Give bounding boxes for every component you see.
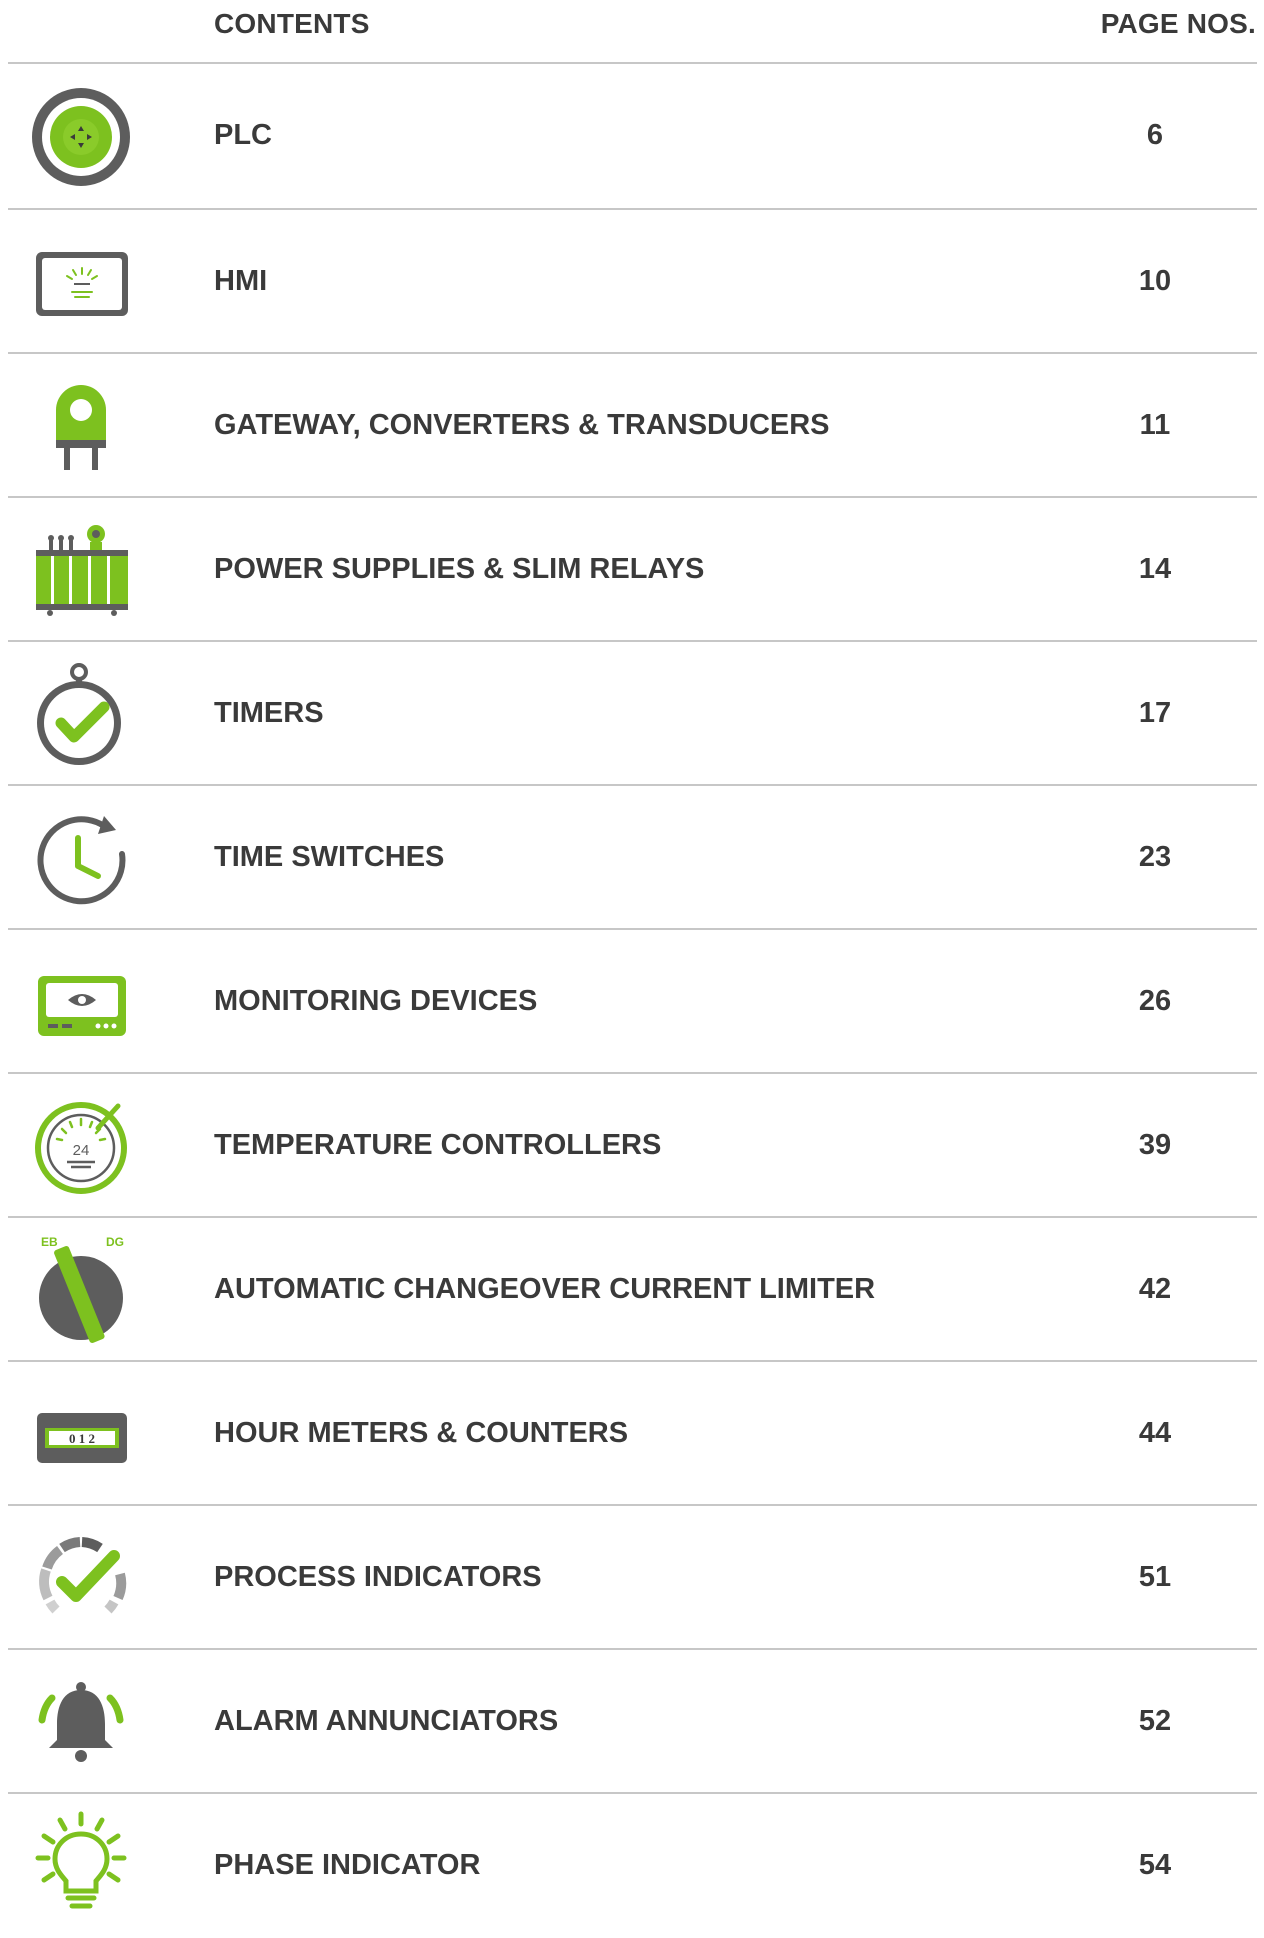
toc-row-timers[interactable]: TIMERS 17 bbox=[0, 642, 1264, 786]
toc-page-number: 52 bbox=[1138, 1705, 1172, 1737]
toc-label[interactable]: PLC bbox=[214, 119, 272, 152]
toc-label[interactable]: POWER SUPPLIES & SLIM RELAYS bbox=[214, 553, 704, 586]
toc-page-number: 11 bbox=[1139, 409, 1171, 441]
toc-page-number: 17 bbox=[1138, 697, 1172, 729]
toc-page-number: 51 bbox=[1138, 1561, 1172, 1593]
monitor-eye-icon bbox=[26, 948, 136, 1058]
plc-icon bbox=[26, 82, 136, 192]
toc-label[interactable]: TIME SWITCHES bbox=[214, 841, 444, 874]
toc-row-hour-meters[interactable]: 0 1 2 HOUR METERS & COUNTERS 44 bbox=[0, 1362, 1264, 1506]
toc-row-monitoring-devices[interactable]: MONITORING DEVICES 26 bbox=[0, 930, 1264, 1074]
toc-row-alarm-annunciators[interactable]: ALARM ANNUNCIATORS 52 bbox=[0, 1650, 1264, 1794]
switch-left-label: EB bbox=[41, 1236, 58, 1249]
toc-label[interactable]: HMI bbox=[214, 265, 267, 298]
toc-label[interactable]: PHASE INDICATOR bbox=[214, 1849, 480, 1882]
switch-right-label: DG bbox=[106, 1236, 124, 1249]
toc-label[interactable]: PROCESS INDICATORS bbox=[214, 1561, 542, 1594]
toc-page-number: 10 bbox=[1138, 265, 1172, 297]
toc-page-number: 14 bbox=[1138, 553, 1172, 585]
toc-page-number: 44 bbox=[1138, 1417, 1172, 1449]
alarm-bell-icon bbox=[26, 1668, 136, 1778]
toc-label[interactable]: AUTOMATIC CHANGEOVER CURRENT LIMITER bbox=[214, 1273, 875, 1306]
toc-label[interactable]: TEMPERATURE CONTROLLERS bbox=[214, 1129, 661, 1162]
toc-label[interactable]: HOUR METERS & COUNTERS bbox=[214, 1417, 628, 1450]
light-bulb-icon bbox=[26, 1808, 136, 1918]
toc-row-process-indicators[interactable]: PROCESS INDICATORS 51 bbox=[0, 1506, 1264, 1650]
toc-row-plc[interactable]: PLC 6 bbox=[0, 64, 1264, 208]
toc-page-number: 26 bbox=[1138, 985, 1172, 1017]
gateway-plug-icon bbox=[26, 372, 136, 482]
toc-label[interactable]: ALARM ANNUNCIATORS bbox=[214, 1705, 558, 1738]
toc-row-phase-indicator[interactable]: PHASE INDICATOR 54 bbox=[0, 1794, 1264, 1938]
toc-row-temperature-controllers[interactable]: 24 TEMPERATURE CONTROLLERS 39 bbox=[0, 1074, 1264, 1218]
toc-label[interactable]: MONITORING DEVICES bbox=[214, 985, 537, 1018]
contents-heading: CONTENTS bbox=[214, 8, 370, 39]
clock-refresh-icon bbox=[26, 804, 136, 914]
toc-page-number: 42 bbox=[1138, 1273, 1172, 1305]
counter-icon: 0 1 2 bbox=[26, 1380, 136, 1490]
toc-row-gateway[interactable]: GATEWAY, CONVERTERS & TRANSDUCERS 11 bbox=[0, 354, 1264, 498]
toc-row-power-supplies[interactable]: POWER SUPPLIES & SLIM RELAYS 14 bbox=[0, 498, 1264, 642]
dial-value: 24 bbox=[73, 1142, 90, 1159]
toc-label[interactable]: GATEWAY, CONVERTERS & TRANSDUCERS bbox=[214, 409, 830, 442]
toc-page-number: 39 bbox=[1138, 1129, 1172, 1161]
toc-page-number: 23 bbox=[1138, 841, 1172, 873]
changeover-switch-icon: EB DG bbox=[26, 1236, 136, 1346]
stopwatch-check-icon bbox=[26, 660, 136, 770]
toc-label[interactable]: TIMERS bbox=[214, 697, 324, 730]
temperature-dial-icon: 24 bbox=[26, 1092, 136, 1202]
counter-digits: 0 1 2 bbox=[69, 1431, 95, 1446]
page-nos-heading: PAGE NOS. bbox=[1100, 8, 1256, 39]
toc-page-number: 54 bbox=[1138, 1849, 1172, 1881]
toc-row-hmi[interactable]: HMI 10 bbox=[0, 210, 1264, 354]
toc-row-time-switches[interactable]: TIME SWITCHES 23 bbox=[0, 786, 1264, 930]
power-supply-icon bbox=[26, 516, 136, 626]
toc-page-number: 6 bbox=[1146, 119, 1164, 151]
gauge-check-icon bbox=[26, 1524, 136, 1634]
hmi-icon bbox=[26, 228, 136, 338]
toc-row-automatic-changeover[interactable]: EB DG AUTOMATIC CHANGEOVER CURRENT LIMIT… bbox=[0, 1218, 1264, 1362]
